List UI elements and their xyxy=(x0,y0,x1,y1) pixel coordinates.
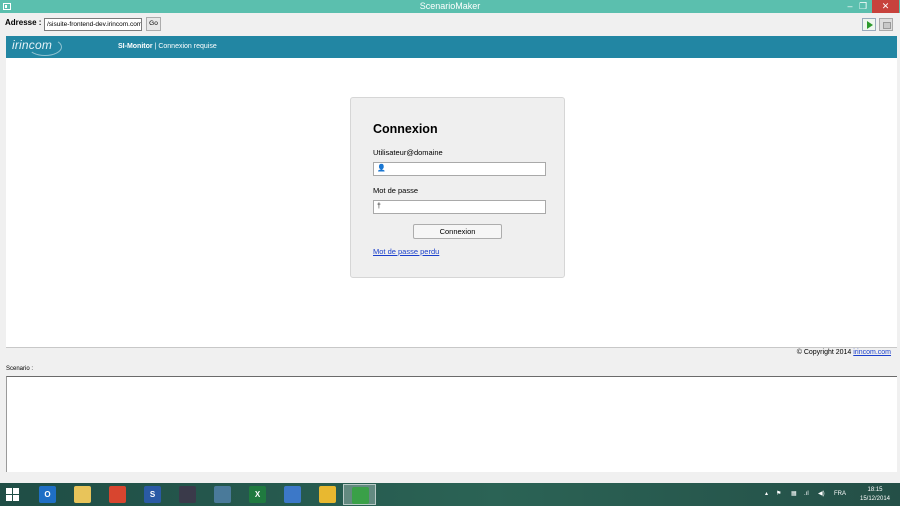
network-icon[interactable]: ▦ xyxy=(791,483,797,506)
flag-icon[interactable]: ⚑ xyxy=(776,483,781,506)
outlook-icon: O xyxy=(39,486,56,503)
scenario-textarea[interactable] xyxy=(6,376,897,472)
remote-desktop-icon xyxy=(179,486,196,503)
app-name: SI-Monitor xyxy=(118,43,153,50)
copyright-link[interactable]: irincom.com xyxy=(853,349,891,356)
close-button[interactable]: ✕ xyxy=(872,0,899,13)
clock-date: 15/12/2014 xyxy=(859,496,891,502)
key-icon: † xyxy=(377,203,381,210)
taskbar-app-button[interactable] xyxy=(343,484,376,505)
page-status: Connexion requise xyxy=(158,43,217,50)
taskbar-app-button[interactable] xyxy=(66,484,99,505)
login-panel: Connexion Utilisateur@domaine 👤 Mot de p… xyxy=(350,97,565,278)
clock-time: 18:15 xyxy=(867,487,883,493)
address-toolbar: Adresse : /sisuite-frontend-dev.irincom.… xyxy=(0,13,900,36)
browser-view: irincom SI-Monitor | Connexion requise C… xyxy=(6,36,897,347)
paint-icon xyxy=(319,486,336,503)
copyright-text: © Copyright 2014 xyxy=(796,349,854,356)
footer-divider xyxy=(6,347,897,348)
user-icon: 👤 xyxy=(377,165,386,172)
taskbar-app-button[interactable] xyxy=(171,484,204,505)
scenariomaker-icon xyxy=(352,487,369,504)
record-icon[interactable] xyxy=(879,18,893,31)
address-label: Adresse : xyxy=(5,18,42,27)
lost-password-link[interactable]: Mot de passe perdu xyxy=(373,247,439,256)
login-button[interactable]: Connexion xyxy=(413,224,502,239)
windows-start-icon[interactable] xyxy=(6,488,20,501)
chrome-icon xyxy=(109,486,126,503)
password-field[interactable]: † xyxy=(373,200,546,214)
language-indicator[interactable]: FRA xyxy=(834,483,846,506)
username-label: Utilisateur@domaine xyxy=(373,148,443,157)
visual-studio-icon: S xyxy=(144,486,161,503)
file-explorer-icon xyxy=(74,486,91,503)
address-input[interactable]: /sisuite-frontend-dev.irincom.com xyxy=(44,18,142,31)
login-heading: Connexion xyxy=(373,122,438,136)
maximize-button[interactable]: ❐ xyxy=(858,0,868,13)
header-breadcrumb: SI-Monitor | Connexion requise xyxy=(118,43,217,50)
taskbar-app-button[interactable]: X xyxy=(241,484,274,505)
clock[interactable]: 18:15 15/12/2014 xyxy=(856,486,894,504)
copyright-footer: © Copyright 2014 irincom.com xyxy=(6,349,891,356)
scenario-label: Scenario : xyxy=(6,366,34,372)
password-label: Mot de passe xyxy=(373,186,419,195)
taskbar-app-button[interactable]: S xyxy=(136,484,169,505)
taskbar-app-button[interactable] xyxy=(101,484,134,505)
volume-icon[interactable]: ◀) xyxy=(818,483,825,506)
username-field[interactable]: 👤 xyxy=(373,162,546,176)
tray-overflow-icon[interactable]: ▴ xyxy=(765,483,768,506)
breadcrumb-separator: | xyxy=(154,43,157,50)
taskbar-app-button[interactable] xyxy=(276,484,309,505)
virtualbox-icon xyxy=(284,486,301,503)
window-title: ScenarioMaker xyxy=(419,1,481,11)
window-title-bar: ScenarioMaker – ❐ ✕ xyxy=(0,0,900,13)
taskbar-app-button[interactable] xyxy=(206,484,239,505)
network-tool-icon xyxy=(214,486,231,503)
logo-swirl-icon xyxy=(28,38,62,56)
taskbar: O S X ▴ ⚑ ▦ .ıl ◀) FRA 18:15 15/12/2014 xyxy=(0,483,900,506)
play-icon[interactable] xyxy=(862,18,876,31)
taskbar-app-button[interactable] xyxy=(311,484,344,505)
minimize-button[interactable]: – xyxy=(845,0,855,13)
signal-icon[interactable]: .ıl xyxy=(804,483,809,506)
site-header: irincom SI-Monitor | Connexion requise xyxy=(6,36,897,58)
taskbar-app-button[interactable]: O xyxy=(31,484,64,505)
go-button[interactable]: Go xyxy=(146,17,161,31)
excel-icon: X xyxy=(249,486,266,503)
